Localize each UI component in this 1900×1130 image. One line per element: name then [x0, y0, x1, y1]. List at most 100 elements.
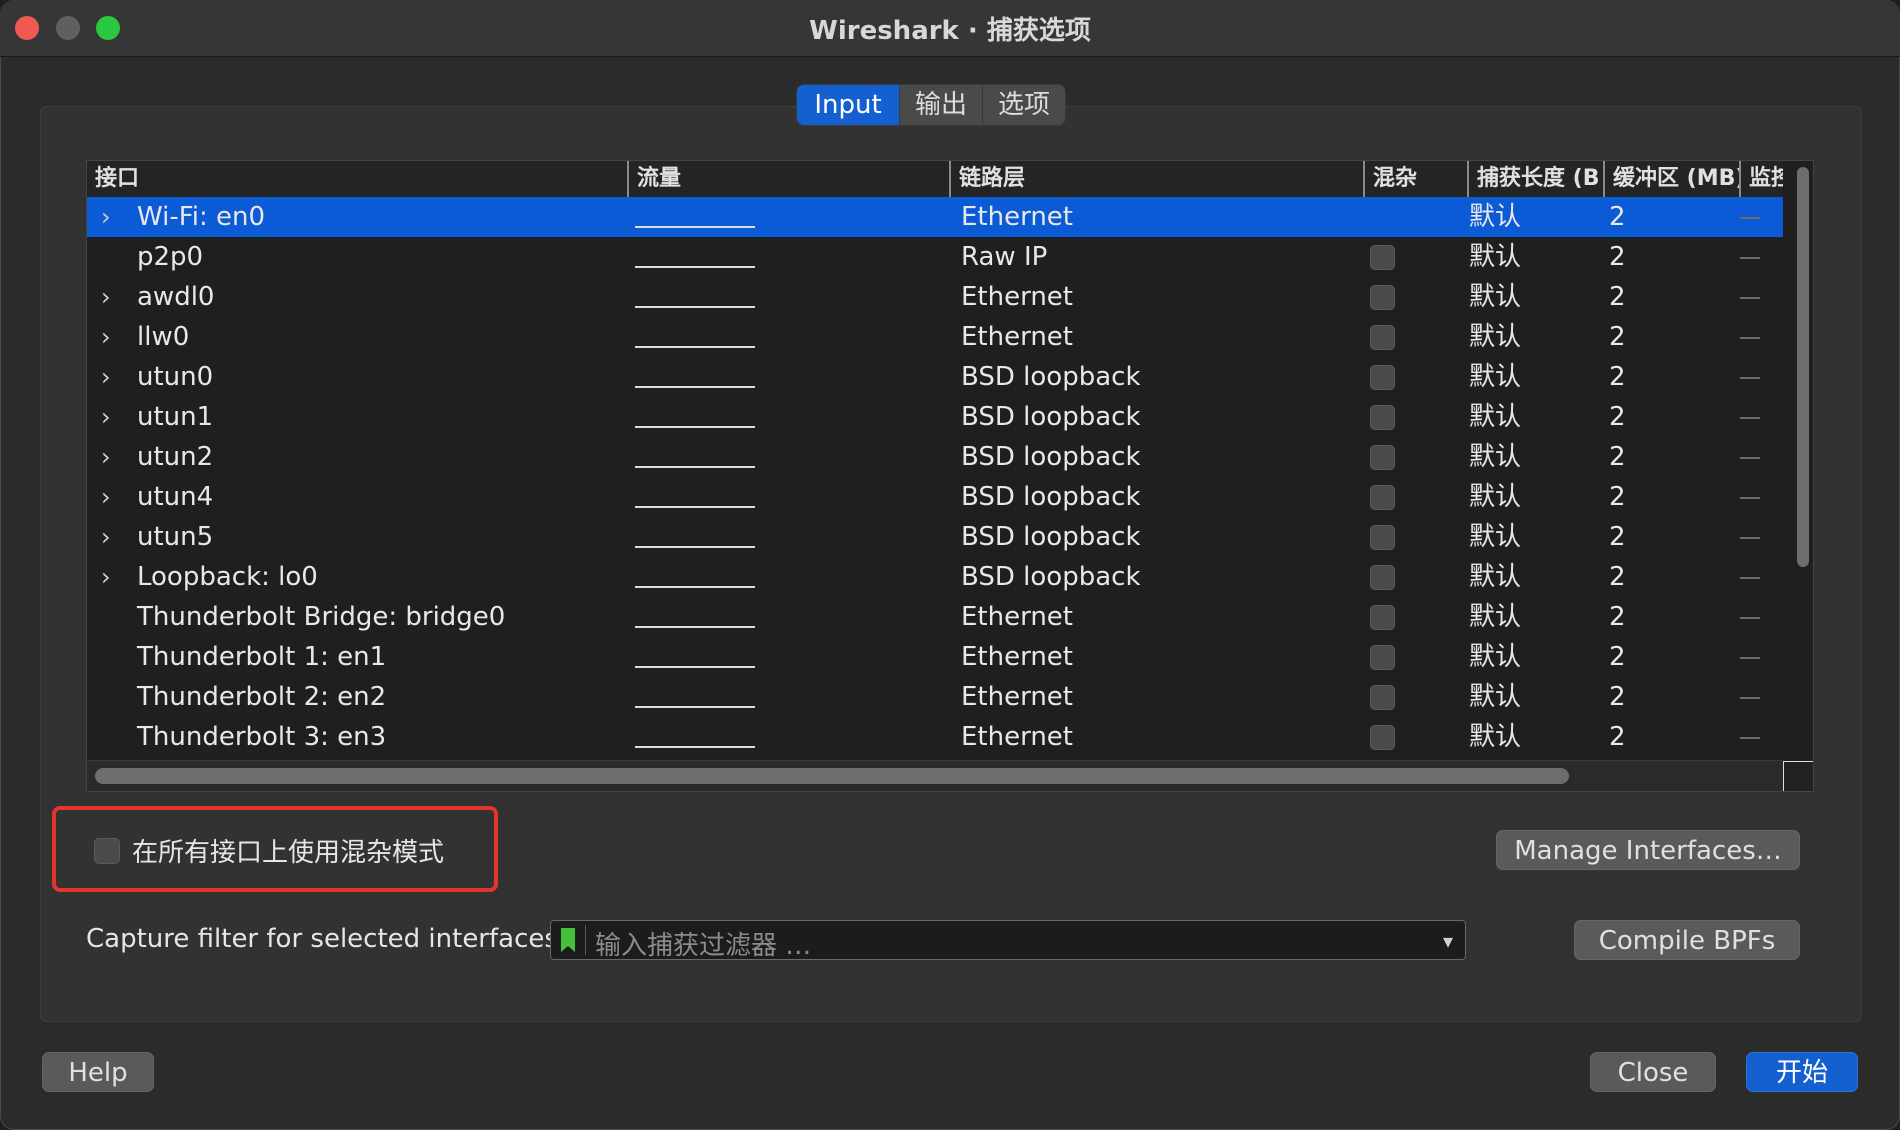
- link-layer-value[interactable]: Ethernet: [961, 677, 1073, 717]
- promiscuous-row-checkbox[interactable]: [1370, 485, 1395, 510]
- link-layer-value[interactable]: Ethernet: [961, 197, 1073, 237]
- column-header-buffer[interactable]: 缓冲区 (MB): [1603, 161, 1739, 197]
- buffer-value[interactable]: 2: [1609, 477, 1626, 517]
- table-row[interactable]: Thunderbolt 2: en2 Ethernet 默认 2: [87, 677, 1783, 717]
- table-row[interactable]: p2p0 Raw IP 默认 2: [87, 237, 1783, 277]
- table-row[interactable]: › utun0 BSD loopback 默认 2: [87, 357, 1783, 397]
- chevron-right-icon[interactable]: ›: [101, 357, 111, 397]
- link-layer-value[interactable]: BSD loopback: [961, 437, 1141, 477]
- promiscuous-row-checkbox[interactable]: [1370, 205, 1395, 230]
- buffer-value[interactable]: 2: [1609, 637, 1626, 677]
- promiscuous-row-checkbox[interactable]: [1370, 405, 1395, 430]
- snaplen-value[interactable]: 默认: [1469, 317, 1521, 357]
- column-header-snaplen[interactable]: 捕获长度 (B: [1467, 161, 1603, 197]
- table-row[interactable]: › llw0 Ethernet 默认 2: [87, 317, 1783, 357]
- chevron-right-icon[interactable]: ›: [101, 437, 111, 477]
- table-row[interactable]: › Wi-Fi: en0 Ethernet 默认 2: [87, 197, 1783, 237]
- buffer-value[interactable]: 2: [1609, 437, 1626, 477]
- promiscuous-row-checkbox[interactable]: [1370, 445, 1395, 470]
- buffer-value[interactable]: 2: [1609, 677, 1626, 717]
- table-row[interactable]: › awdl0 Ethernet 默认 2: [87, 277, 1783, 317]
- link-layer-value[interactable]: BSD loopback: [961, 477, 1141, 517]
- promiscuous-row-checkbox[interactable]: [1370, 685, 1395, 710]
- promiscuous-row-checkbox[interactable]: [1370, 285, 1395, 310]
- chevron-right-icon[interactable]: ›: [101, 197, 111, 237]
- promiscuous-label[interactable]: 在所有接口上使用混杂模式: [132, 832, 444, 869]
- buffer-value[interactable]: 2: [1609, 317, 1626, 357]
- snaplen-value[interactable]: 默认: [1469, 677, 1521, 717]
- snaplen-value[interactable]: 默认: [1469, 437, 1521, 477]
- snaplen-value[interactable]: 默认: [1469, 557, 1521, 597]
- help-button[interactable]: Help: [42, 1052, 154, 1092]
- snaplen-value[interactable]: 默认: [1469, 197, 1521, 237]
- buffer-value[interactable]: 2: [1609, 717, 1626, 757]
- close-button[interactable]: Close: [1590, 1052, 1716, 1092]
- snaplen-value[interactable]: 默认: [1469, 397, 1521, 437]
- manage-interfaces-button[interactable]: Manage Interfaces…: [1496, 830, 1800, 870]
- vertical-scrollbar[interactable]: [1797, 167, 1809, 567]
- link-layer-value[interactable]: Ethernet: [961, 317, 1073, 357]
- promiscuous-row-checkbox[interactable]: [1370, 565, 1395, 590]
- link-layer-value[interactable]: BSD loopback: [961, 517, 1141, 557]
- table-row[interactable]: › utun1 BSD loopback 默认 2: [87, 397, 1783, 437]
- link-layer-value[interactable]: Ethernet: [961, 597, 1073, 637]
- chevron-right-icon[interactable]: ›: [101, 277, 111, 317]
- buffer-value[interactable]: 2: [1609, 517, 1626, 557]
- buffer-value[interactable]: 2: [1609, 357, 1626, 397]
- promiscuous-row-checkbox[interactable]: [1370, 605, 1395, 630]
- link-layer-value[interactable]: BSD loopback: [961, 397, 1141, 437]
- title-bar[interactable]: Wireshark · 捕获选项: [0, 0, 1900, 57]
- buffer-value[interactable]: 2: [1609, 597, 1626, 637]
- snaplen-value[interactable]: 默认: [1469, 637, 1521, 677]
- buffer-value[interactable]: 2: [1609, 557, 1626, 597]
- column-header-promiscuous[interactable]: 混杂: [1363, 161, 1467, 197]
- column-header-monitor[interactable]: 监控: [1739, 161, 1783, 197]
- column-header-link-layer[interactable]: 链路层: [949, 161, 1363, 197]
- snaplen-value[interactable]: 默认: [1469, 237, 1521, 277]
- horizontal-scrollbar[interactable]: [95, 768, 1569, 784]
- promiscuous-row-checkbox[interactable]: [1370, 725, 1395, 750]
- table-row[interactable]: Thunderbolt Bridge: bridge0 Ethernet 默认 2: [87, 597, 1783, 637]
- link-layer-value[interactable]: BSD loopback: [961, 357, 1141, 397]
- start-button[interactable]: 开始: [1746, 1052, 1858, 1092]
- compile-bpfs-button[interactable]: Compile BPFs: [1574, 920, 1800, 960]
- promiscuous-row-checkbox[interactable]: [1370, 525, 1395, 550]
- chevron-right-icon[interactable]: ›: [101, 517, 111, 557]
- table-row[interactable]: Thunderbolt 1: en1 Ethernet 默认 2: [87, 637, 1783, 677]
- link-layer-value[interactable]: Ethernet: [961, 277, 1073, 317]
- snaplen-value[interactable]: 默认: [1469, 597, 1521, 637]
- chevron-right-icon[interactable]: ›: [101, 397, 111, 437]
- snaplen-value[interactable]: 默认: [1469, 357, 1521, 397]
- capture-filter-input[interactable]: 输入捕获过滤器 … ▾: [550, 920, 1466, 961]
- tab-options[interactable]: 选项: [982, 85, 1065, 125]
- promiscuous-row-checkbox[interactable]: [1370, 645, 1395, 670]
- snaplen-value[interactable]: 默认: [1469, 277, 1521, 317]
- promiscuous-row-checkbox[interactable]: [1370, 365, 1395, 390]
- table-row[interactable]: › utun4 BSD loopback 默认 2: [87, 477, 1783, 517]
- link-layer-value[interactable]: Ethernet: [961, 637, 1073, 677]
- chevron-right-icon[interactable]: ›: [101, 557, 111, 597]
- snaplen-value[interactable]: 默认: [1469, 517, 1521, 557]
- snaplen-value[interactable]: 默认: [1469, 477, 1521, 517]
- chevron-right-icon[interactable]: ›: [101, 317, 111, 357]
- snaplen-value[interactable]: 默认: [1469, 717, 1521, 757]
- tab-output[interactable]: 输出: [899, 85, 982, 125]
- table-row[interactable]: › utun2 BSD loopback 默认 2: [87, 437, 1783, 477]
- link-layer-value[interactable]: Ethernet: [961, 717, 1073, 757]
- table-row[interactable]: Thunderbolt 3: en3 Ethernet 默认 2: [87, 717, 1783, 757]
- promiscuous-row-checkbox[interactable]: [1370, 245, 1395, 270]
- buffer-value[interactable]: 2: [1609, 237, 1626, 277]
- promiscuous-checkbox[interactable]: [94, 838, 120, 864]
- table-row[interactable]: › Loopback: lo0 BSD loopback 默认 2: [87, 557, 1783, 597]
- buffer-value[interactable]: 2: [1609, 197, 1626, 237]
- table-row[interactable]: › utun5 BSD loopback 默认 2: [87, 517, 1783, 557]
- tab-input[interactable]: Input: [797, 85, 899, 125]
- chevron-down-icon[interactable]: ▾: [1443, 929, 1453, 953]
- column-header-traffic[interactable]: 流量: [627, 161, 949, 197]
- buffer-value[interactable]: 2: [1609, 397, 1626, 437]
- buffer-value[interactable]: 2: [1609, 277, 1626, 317]
- promiscuous-row-checkbox[interactable]: [1370, 325, 1395, 350]
- chevron-right-icon[interactable]: ›: [101, 477, 111, 517]
- column-header-interface[interactable]: 接口: [87, 161, 627, 197]
- link-layer-value[interactable]: BSD loopback: [961, 557, 1141, 597]
